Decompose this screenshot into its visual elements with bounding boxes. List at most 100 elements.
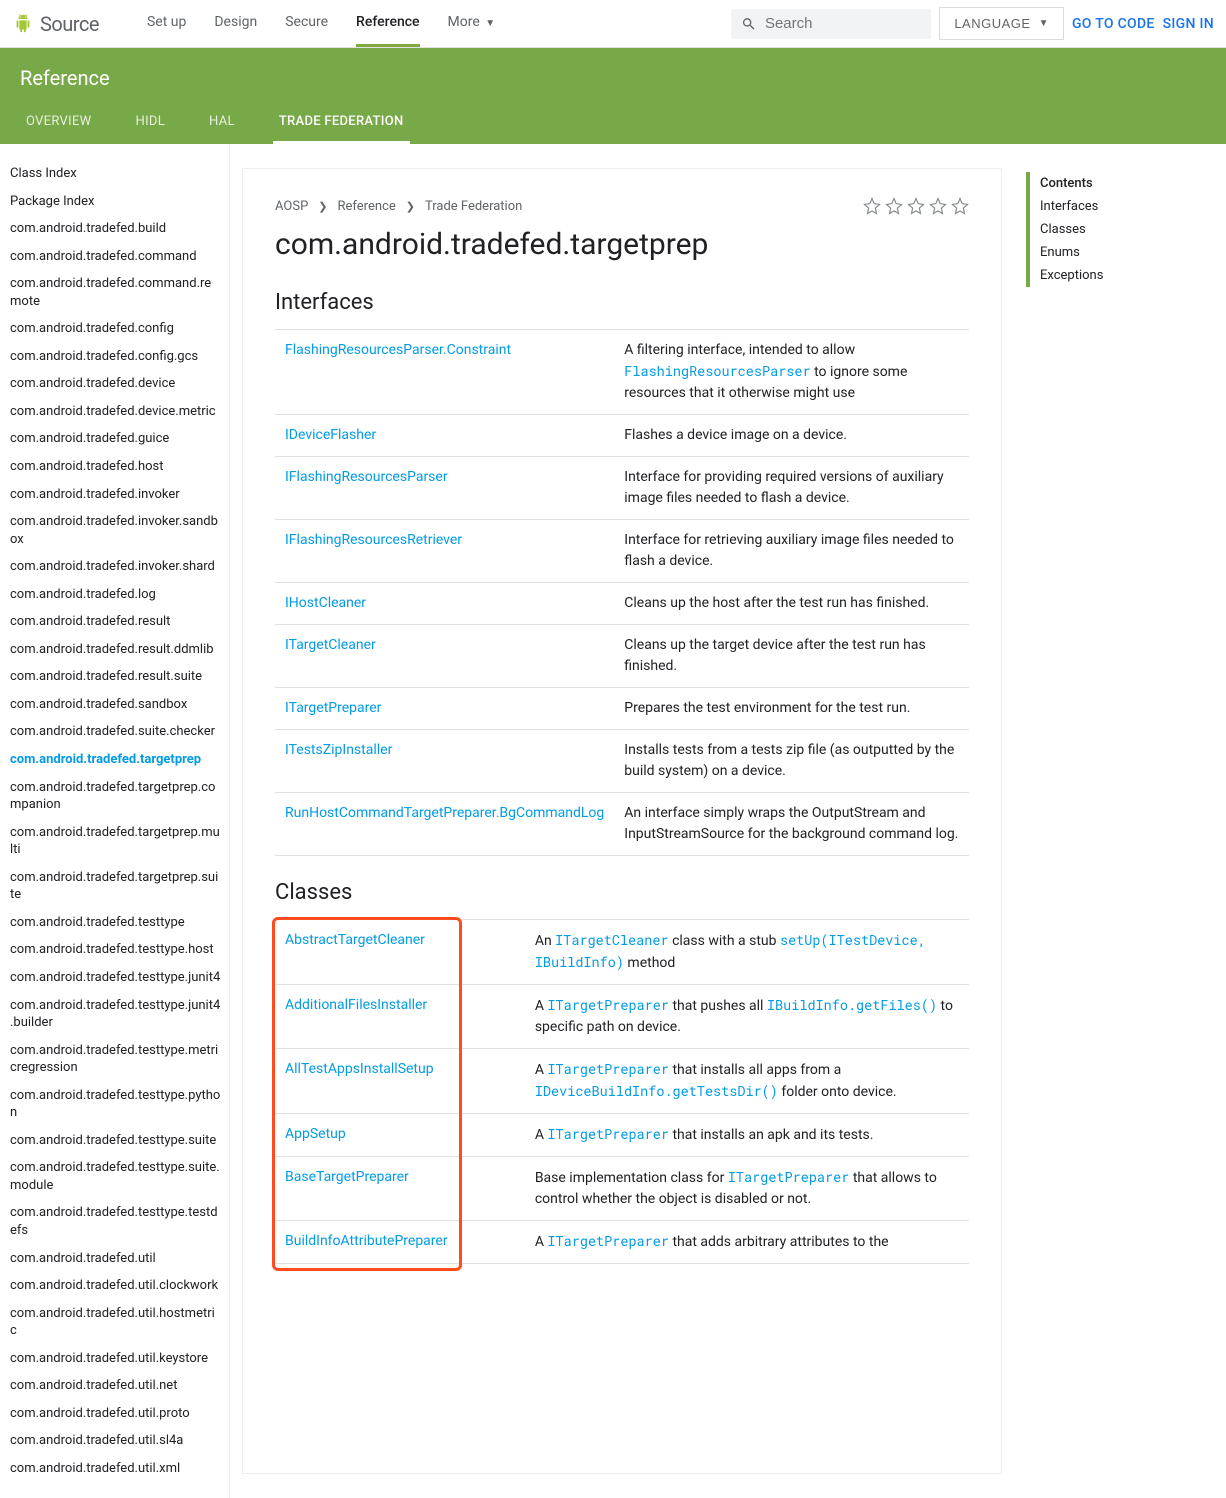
star-icon[interactable] bbox=[929, 197, 947, 215]
sidebar-item[interactable]: com.android.tradefed.util.keystore bbox=[10, 1345, 221, 1373]
go-to-code-link[interactable]: GO TO CODE bbox=[1072, 16, 1155, 32]
sidebar-item[interactable]: Class Index bbox=[10, 160, 221, 188]
sign-in-link[interactable]: SIGN IN bbox=[1163, 16, 1214, 32]
subtab-overview[interactable]: OVERVIEW bbox=[20, 102, 98, 144]
sidebar-item[interactable]: com.android.tradefed.command bbox=[10, 243, 221, 271]
sidebar-item[interactable]: com.android.tradefed.config bbox=[10, 315, 221, 343]
breadcrumb: AOSP ❯ Reference ❯ Trade Federation bbox=[275, 199, 522, 214]
sidebar-item[interactable]: com.android.tradefed.util.sl4a bbox=[10, 1427, 221, 1455]
language-button[interactable]: LANGUAGE▼ bbox=[939, 7, 1064, 40]
sidebar-item[interactable]: com.android.tradefed.testtype.python bbox=[10, 1082, 221, 1127]
sidebar-item[interactable]: com.android.tradefed.log bbox=[10, 581, 221, 609]
sidebar-item[interactable]: com.android.tradefed.build bbox=[10, 215, 221, 243]
code-ref[interactable]: IBuildInfo.getFiles() bbox=[767, 996, 937, 1014]
class-link[interactable]: BuildInfoAttributePreparer bbox=[285, 1233, 448, 1249]
sidebar-item[interactable]: com.android.tradefed.testtype.metricregr… bbox=[10, 1037, 221, 1082]
content-wrap: AOSP ❯ Reference ❯ Trade Federation com.… bbox=[230, 144, 1226, 1498]
code-ref[interactable]: ITargetPreparer bbox=[547, 1060, 669, 1078]
search-input[interactable] bbox=[765, 15, 921, 32]
interface-link[interactable]: IHostCleaner bbox=[285, 595, 366, 611]
section-header: Reference OVERVIEW HIDL HAL TRADE FEDERA… bbox=[0, 48, 1226, 144]
code-ref[interactable]: ITargetPreparer bbox=[728, 1168, 850, 1186]
star-icon[interactable] bbox=[863, 197, 881, 215]
sidebar-item[interactable]: com.android.tradefed.util.proto bbox=[10, 1400, 221, 1428]
interface-link[interactable]: IFlashingResourcesParser bbox=[285, 469, 448, 485]
interfaces-heading: Interfaces bbox=[275, 290, 969, 315]
tab-reference[interactable]: Reference bbox=[356, 0, 420, 47]
sidebar-item[interactable]: com.android.tradefed.result.ddmlib bbox=[10, 636, 221, 664]
interface-link[interactable]: ITargetPreparer bbox=[285, 700, 381, 716]
sidebar-item[interactable]: com.android.tradefed.device.metric bbox=[10, 398, 221, 426]
sidebar-item[interactable]: com.android.tradefed.testtype.junit4.bui… bbox=[10, 992, 221, 1037]
crumb[interactable]: Trade Federation bbox=[425, 199, 522, 214]
subtab-trade-federation[interactable]: TRADE FEDERATION bbox=[273, 102, 410, 144]
toc-item[interactable]: Exceptions bbox=[1026, 264, 1176, 287]
interface-link[interactable]: ITargetCleaner bbox=[285, 637, 376, 653]
class-desc: Base implementation class for ITargetPre… bbox=[525, 1157, 969, 1221]
class-link[interactable]: AbstractTargetCleaner bbox=[285, 932, 425, 948]
crumb[interactable]: AOSP bbox=[275, 199, 308, 214]
sidebar-item[interactable]: com.android.tradefed.result.suite bbox=[10, 663, 221, 691]
interface-link[interactable]: RunHostCommandTargetPreparer.BgCommandLo… bbox=[285, 805, 604, 821]
rating-stars[interactable] bbox=[863, 197, 969, 215]
sidebar-item[interactable]: com.android.tradefed.suite.checker bbox=[10, 718, 221, 746]
star-icon[interactable] bbox=[885, 197, 903, 215]
star-icon[interactable] bbox=[907, 197, 925, 215]
sidebar-item[interactable]: com.android.tradefed.host bbox=[10, 453, 221, 481]
search-box[interactable] bbox=[731, 9, 931, 39]
toc-item[interactable]: Classes bbox=[1026, 218, 1176, 241]
sidebar-item[interactable]: com.android.tradefed.invoker.sandbox bbox=[10, 508, 221, 553]
sidebar-item[interactable]: com.android.tradefed.testtype bbox=[10, 909, 221, 937]
class-link[interactable]: AppSetup bbox=[285, 1126, 346, 1142]
toc-item[interactable]: Interfaces bbox=[1026, 195, 1176, 218]
class-link[interactable]: BaseTargetPreparer bbox=[285, 1169, 409, 1185]
sidebar-item[interactable]: com.android.tradefed.targetprep.suite bbox=[10, 864, 221, 909]
class-link[interactable]: AdditionalFilesInstaller bbox=[285, 997, 427, 1013]
toc-item[interactable]: Enums bbox=[1026, 241, 1176, 264]
class-link[interactable]: AllTestAppsInstallSetup bbox=[285, 1061, 434, 1077]
star-icon[interactable] bbox=[951, 197, 969, 215]
sidebar-item[interactable]: com.android.tradefed.targetprep bbox=[10, 746, 221, 774]
tab-design[interactable]: Design bbox=[214, 0, 257, 47]
code-ref[interactable]: FlashingResourcesParser bbox=[624, 362, 810, 380]
interface-link[interactable]: IDeviceFlasher bbox=[285, 427, 376, 443]
code-ref[interactable]: ITargetCleaner bbox=[555, 931, 668, 949]
code-ref[interactable]: IDeviceBuildInfo.getTestsDir() bbox=[535, 1082, 778, 1100]
interface-link[interactable]: FlashingResourcesParser.Constraint bbox=[285, 342, 511, 358]
sidebar-item[interactable]: com.android.tradefed.config.gcs bbox=[10, 343, 221, 371]
brand-logo[interactable]: Source bbox=[12, 12, 99, 36]
subtab-hal[interactable]: HAL bbox=[203, 102, 241, 144]
sidebar-item[interactable]: com.android.tradefed.device bbox=[10, 370, 221, 398]
sidebar-item[interactable]: com.android.tradefed.testtype.suite.modu… bbox=[10, 1154, 221, 1199]
tab-more[interactable]: More ▼ bbox=[448, 0, 496, 47]
sidebar-item[interactable]: com.android.tradefed.targetprep.multi bbox=[10, 819, 221, 864]
sidebar-item[interactable]: com.android.tradefed.guice bbox=[10, 425, 221, 453]
code-ref[interactable]: ITargetPreparer bbox=[547, 1232, 669, 1250]
code-ref[interactable]: ITargetPreparer bbox=[547, 996, 669, 1014]
sidebar-item[interactable]: com.android.tradefed.result bbox=[10, 608, 221, 636]
sidebar-item[interactable]: com.android.tradefed.targetprep.companio… bbox=[10, 774, 221, 819]
subtab-hidl[interactable]: HIDL bbox=[130, 102, 172, 144]
table-row: ITargetPreparerPrepares the test environ… bbox=[275, 688, 969, 730]
sidebar-item[interactable]: com.android.tradefed.testtype.junit4 bbox=[10, 964, 221, 992]
sidebar-item[interactable]: com.android.tradefed.util bbox=[10, 1245, 221, 1273]
sidebar-item[interactable]: com.android.tradefed.util.net bbox=[10, 1372, 221, 1400]
sidebar-item[interactable]: com.android.tradefed.util.hostmetric bbox=[10, 1300, 221, 1345]
crumb[interactable]: Reference bbox=[338, 199, 396, 214]
tab-setup[interactable]: Set up bbox=[147, 0, 186, 47]
sidebar-item[interactable]: com.android.tradefed.command.remote bbox=[10, 270, 221, 315]
chevron-right-icon: ❯ bbox=[406, 200, 415, 213]
interface-link[interactable]: ITestsZipInstaller bbox=[285, 742, 392, 758]
sidebar-item[interactable]: Package Index bbox=[10, 188, 221, 216]
sidebar-item[interactable]: com.android.tradefed.util.xml bbox=[10, 1455, 221, 1483]
sidebar-item[interactable]: com.android.tradefed.testtype.host bbox=[10, 936, 221, 964]
sidebar-item[interactable]: com.android.tradefed.testtype.suite bbox=[10, 1127, 221, 1155]
tab-secure[interactable]: Secure bbox=[285, 0, 328, 47]
sidebar-item[interactable]: com.android.tradefed.sandbox bbox=[10, 691, 221, 719]
sidebar-item[interactable]: com.android.tradefed.invoker bbox=[10, 481, 221, 509]
interface-link[interactable]: IFlashingResourcesRetriever bbox=[285, 532, 462, 548]
sidebar-item[interactable]: com.android.tradefed.util.clockwork bbox=[10, 1272, 221, 1300]
sidebar-item[interactable]: com.android.tradefed.invoker.shard bbox=[10, 553, 221, 581]
code-ref[interactable]: ITargetPreparer bbox=[547, 1125, 669, 1143]
sidebar-item[interactable]: com.android.tradefed.testtype.testdefs bbox=[10, 1199, 221, 1244]
